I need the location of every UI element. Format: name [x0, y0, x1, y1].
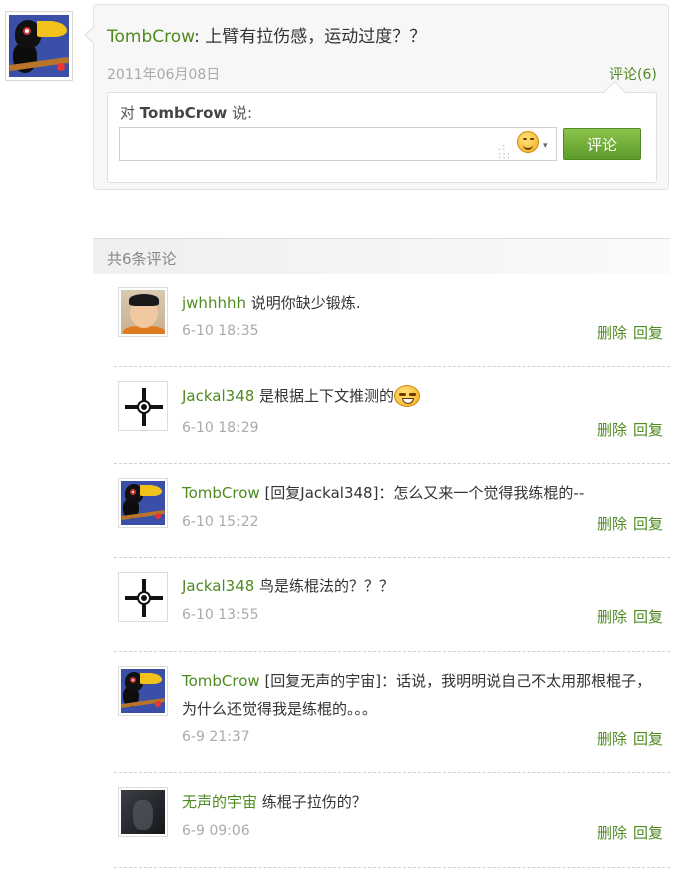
comment-time: 6-10 13:55	[182, 607, 259, 623]
reply-target-name: TombCrow	[139, 104, 228, 122]
dropdown-caret-icon: ▾	[543, 141, 548, 151]
commenter-name[interactable]: Jackal348	[182, 387, 254, 405]
comment-actions: 删除 回复	[591, 322, 663, 343]
dark-avatar-image	[121, 790, 165, 834]
comment-time: 6-9 09:06	[182, 823, 250, 839]
reply-link[interactable]: 回复	[633, 324, 663, 342]
delete-link[interactable]: 删除	[597, 824, 627, 842]
comment-body-line2: 为什么还觉得我是练棍的。。。	[182, 700, 378, 718]
commenter-name[interactable]: TombCrow	[182, 484, 260, 502]
delete-link[interactable]: 删除	[597, 515, 627, 533]
comment-actions: 删除 回复	[591, 419, 663, 440]
comment-actions: 删除 回复	[591, 513, 663, 534]
emoji-picker-button[interactable]: ▾	[517, 131, 557, 157]
commenter-avatar[interactable]	[118, 787, 168, 837]
commenter-avatar[interactable]	[118, 572, 168, 622]
comment-divider	[114, 463, 670, 464]
crosshair-avatar-image	[121, 575, 165, 619]
comment-body: 是根据上下文推测的	[254, 387, 395, 405]
comments-header: 共6条评论	[93, 238, 670, 274]
comments-count: 共6条评论	[107, 250, 177, 268]
comment-divider	[114, 651, 670, 652]
toucan-avatar-image	[9, 15, 69, 77]
comment-text: 无声的宇宙 练棍子拉伤的？	[182, 791, 367, 812]
comment-text: jwhhhhh 说明你缺少锻炼.	[182, 292, 361, 313]
commenter-avatar[interactable]	[118, 381, 168, 431]
comment-time: 6-10 18:29	[182, 420, 259, 436]
comment-time: 6-10 15:22	[182, 514, 259, 530]
reply-link[interactable]: 回复	[633, 608, 663, 626]
reply-label-suffix: 说:	[227, 104, 253, 122]
post-card-pointer-inner	[86, 27, 95, 43]
comment-text: TombCrow [回复Jackal348]：怎么又来一个觉得我练棍的--	[182, 482, 584, 503]
author-avatar[interactable]	[5, 11, 73, 81]
post-author-link[interactable]: TombCrow	[107, 27, 194, 47]
comment-time: 6-9 21:37	[182, 729, 250, 745]
comment-body: 练棍子拉伤的？	[257, 793, 367, 811]
comment-body: [回复Jackal348]：怎么又来一个觉得我练棍的--	[259, 484, 585, 502]
comment-divider	[114, 557, 670, 558]
comment-text: TombCrow [回复无声的宇宙]：话说，我明明说自己不太用那根棍子，	[182, 670, 651, 691]
post-text: TombCrow: 上臂有拉伤感，运动过度？？	[107, 22, 426, 47]
reply-link[interactable]: 回复	[633, 421, 663, 439]
reply-input[interactable]	[119, 127, 557, 161]
smiley-icon	[517, 131, 539, 153]
comment-body: 鸟是练棍法的？？？	[254, 577, 395, 595]
comment-text: Jackal348 是根据上下文推测的	[182, 384, 421, 408]
comment-divider	[114, 366, 670, 367]
grin-emoji-icon	[394, 384, 421, 407]
comment-count-link[interactable]: 评论(6)	[609, 64, 657, 84]
reply-label: 对 TombCrow 说:	[120, 102, 252, 123]
comment-time: 6-10 18:35	[182, 323, 259, 339]
comment-divider	[114, 772, 670, 773]
submit-comment-button[interactable]: 评论	[563, 128, 641, 160]
delete-link[interactable]: 删除	[597, 608, 627, 626]
comment-text: Jackal348 鸟是练棍法的？？？	[182, 575, 394, 596]
comment-body: [回复无声的宇宙]：话说，我明明说自己不太用那根棍子，	[259, 672, 652, 690]
child-avatar-image	[121, 290, 165, 334]
commenter-name[interactable]: Jackal348	[182, 577, 254, 595]
toucan-avatar-image	[121, 669, 165, 713]
commenter-avatar[interactable]	[118, 478, 168, 528]
reply-link[interactable]: 回复	[633, 730, 663, 748]
resize-grip-icon[interactable]: .::::	[498, 143, 511, 161]
comment-actions: 删除 回复	[591, 728, 663, 749]
commenter-avatar[interactable]	[118, 666, 168, 716]
delete-link[interactable]: 删除	[597, 730, 627, 748]
comment-actions: 删除 回复	[591, 606, 663, 627]
post-date: 2011年06月08日	[107, 67, 221, 83]
reply-link[interactable]: 回复	[633, 824, 663, 842]
post-content: : 上臂有拉伤感，运动过度？？	[194, 27, 427, 47]
commenter-name[interactable]: TombCrow	[182, 672, 260, 690]
comment-actions: 删除 回复	[591, 822, 663, 843]
comment-body: 说明你缺少锻炼.	[245, 294, 361, 312]
commenter-name[interactable]: 无声的宇宙	[182, 793, 257, 811]
reply-label-prefix: 对	[120, 104, 140, 122]
commenter-avatar[interactable]	[118, 287, 168, 337]
reply-link[interactable]: 回复	[633, 515, 663, 533]
crosshair-avatar-image	[121, 384, 165, 428]
delete-link[interactable]: 删除	[597, 324, 627, 342]
toucan-avatar-image	[121, 481, 165, 525]
commenter-name[interactable]: jwhhhhh	[182, 294, 246, 312]
delete-link[interactable]: 删除	[597, 421, 627, 439]
comment-divider	[114, 867, 670, 868]
